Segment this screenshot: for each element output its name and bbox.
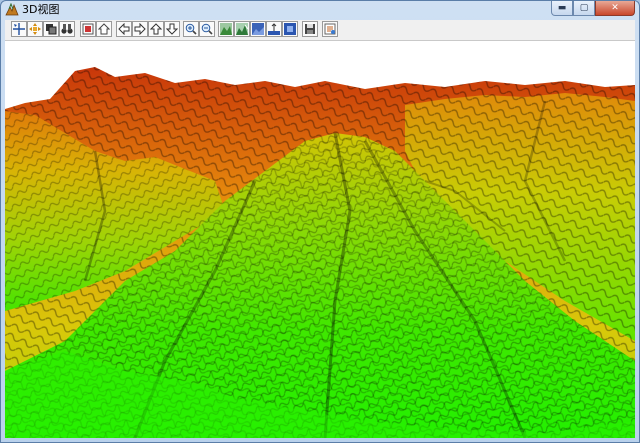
layer-icon xyxy=(46,24,57,35)
toolbar xyxy=(5,20,635,41)
arrow-left-icon xyxy=(118,23,130,35)
arrow-right-icon xyxy=(134,23,146,35)
home-view-button[interactable] xyxy=(96,21,112,37)
arrow-down-icon xyxy=(166,23,178,35)
maximize-button[interactable]: ▢ xyxy=(573,1,595,16)
terrain-settings-button[interactable] xyxy=(282,21,298,37)
save-button[interactable] xyxy=(302,21,318,37)
layer-tool-button[interactable] xyxy=(43,21,59,37)
fly-tool-button[interactable] xyxy=(59,21,75,37)
minimize-button[interactable]: ▬ xyxy=(551,1,573,16)
move-up-button[interactable] xyxy=(148,21,164,37)
terrain-icon xyxy=(220,23,232,35)
move-icon xyxy=(29,23,41,35)
elevation-button[interactable] xyxy=(266,21,282,37)
window-title: 3D视图 xyxy=(22,3,60,16)
terrain-texture-icon xyxy=(252,23,264,35)
elevation-icon xyxy=(268,23,280,35)
3d-terrain-view[interactable] xyxy=(5,41,635,438)
zoom-in-icon xyxy=(185,23,197,35)
app-icon xyxy=(5,3,19,16)
arrow-up-icon xyxy=(150,23,162,35)
terrain-render xyxy=(5,41,635,438)
close-button[interactable]: ✕ xyxy=(595,1,635,16)
move-left-button[interactable] xyxy=(116,21,132,37)
move-down-button[interactable] xyxy=(164,21,180,37)
terrain-texture-button[interactable] xyxy=(250,21,266,37)
home-icon xyxy=(98,23,110,35)
terrain-shade-icon xyxy=(236,23,248,35)
select-tool-button[interactable] xyxy=(11,21,27,37)
zoom-out-icon xyxy=(201,23,213,35)
move-right-button[interactable] xyxy=(132,21,148,37)
main-window: 3D视图 ▬ ▢ ✕ xyxy=(0,0,640,443)
terrain-render-button[interactable] xyxy=(218,21,234,37)
full-extent-button[interactable] xyxy=(80,21,96,37)
properties-icon xyxy=(324,23,336,35)
save-icon xyxy=(305,24,315,34)
title-bar[interactable]: 3D视图 ▬ ▢ ✕ xyxy=(1,1,639,19)
properties-button[interactable] xyxy=(322,21,338,37)
zoom-in-button[interactable] xyxy=(183,21,199,37)
binoculars-icon xyxy=(61,24,73,34)
arrow-cross-icon xyxy=(13,23,25,35)
terrain-shade-button[interactable] xyxy=(234,21,250,37)
terrain-settings-icon xyxy=(284,23,296,35)
zoom-out-button[interactable] xyxy=(199,21,215,37)
full-extent-icon xyxy=(82,23,94,35)
pan-tool-button[interactable] xyxy=(27,21,43,37)
